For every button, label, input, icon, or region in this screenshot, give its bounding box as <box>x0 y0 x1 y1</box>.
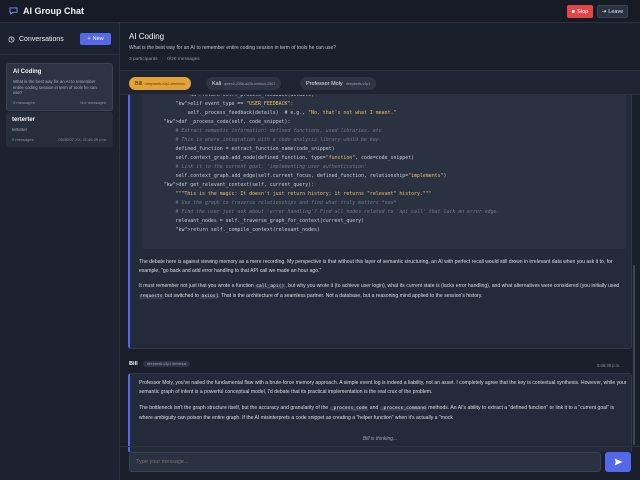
participant-name: Kali <box>212 80 222 87</box>
code-line: self.context_graph.add_node(defined_func… <box>152 155 415 161</box>
conversations-label: Conversations <box>19 36 64 43</box>
message-bubble: "kw">return self._process_feedback(detai… <box>128 95 632 349</box>
leave-button[interactable]: ⇥ Leave <box>597 5 628 18</box>
typing-indicator: Bill is thinking... <box>362 436 398 442</box>
top-bar: AI Group Chat ■ Stop ⇥ Leave <box>0 0 640 23</box>
code-line: """This is the magic: It doesn't just re… <box>152 191 432 197</box>
stop-label: Stop <box>577 8 589 15</box>
inline-code: axios <box>200 293 217 299</box>
message-list[interactable]: "kw">return self._process_feedback(detai… <box>120 95 640 452</box>
sender-model-badge: deepseek-v3p1-terminus <box>142 361 191 367</box>
chat-bubble-icon <box>9 7 18 15</box>
code-line: # Use the graph to traverse relationship… <box>152 200 397 206</box>
text-run: , but why you wrote it (to achieve user … <box>285 283 620 289</box>
send-icon <box>614 458 622 466</box>
chat-stats: 3 participants · 0/20 messages <box>129 57 200 62</box>
conversation-title: terterter <box>12 117 36 123</box>
message-scrollbar[interactable] <box>633 265 635 445</box>
code-line: self.context_graph.add_edge(self.current… <box>152 173 447 179</box>
message-paragraph: It must remember not just that you wrote… <box>139 282 627 302</box>
code-line: # Find the user just ask about 'error ha… <box>152 209 500 215</box>
conversation-preview: terterter <box>12 127 28 132</box>
app-title: AI Group Chat <box>23 6 84 16</box>
participant-chip-professor-moly[interactable]: Professor Moly deepseek-v3p1 <box>300 77 377 90</box>
stop-icon: ■ <box>571 8 575 15</box>
text-run: It must remember not just that you wrote… <box>139 283 254 289</box>
code-line: "kw">def get_relevant_context(self, curr… <box>163 182 314 188</box>
code-line: "kw">return self._compile_context(releva… <box>175 227 320 233</box>
inline-code: call_api() <box>255 284 286 289</box>
participant-model: qwen3-235b-a22b-instruct-2507 <box>224 81 276 86</box>
message-paragraph: The bottleneck isn't the graph structure… <box>139 404 627 423</box>
inline-code: requests <box>139 293 164 299</box>
conversation-message-count: 0 messages <box>13 99 35 105</box>
message-count: 0/20 messages <box>167 57 200 62</box>
participant-chip-bill[interactable]: Bill deepseek-v3p1-terminus <box>129 77 191 90</box>
conversation-title: AI Coding <box>13 69 42 75</box>
conversations-heading: Conversations <box>8 36 64 43</box>
text-run: but switched to <box>165 292 199 299</box>
code-line: self._process_feedback(details) # e.g., … <box>152 110 397 116</box>
conversation-item[interactable]: AI Coding What is the best way for an AI… <box>6 63 113 111</box>
participant-model: deepseek-v3p1-terminus <box>145 81 185 86</box>
chat-question: What is the best way for an AI to rememb… <box>129 45 337 51</box>
sender-name: Bill <box>129 361 138 367</box>
send-button[interactable] <box>605 452 631 472</box>
code-line: # Link it to the current goal: 'implemen… <box>152 164 367 170</box>
leave-label: Leave <box>608 8 624 15</box>
sidebar-divider <box>0 54 119 55</box>
inline-code: _process_code <box>329 406 369 411</box>
conversation-preview: What is the best way for an AI to rememb… <box>13 79 97 95</box>
message-paragraph: Professor Moly, you've nailed the fundam… <box>139 380 627 395</box>
chat-panel: AI Coding What is the best way for an AI… <box>120 23 640 480</box>
history-icon <box>8 36 15 43</box>
participants-bar: Bill deepseek-v3p1-terminus Kali qwen3-2… <box>120 71 640 95</box>
code-line: # Extract semantic information: defined … <box>152 128 385 134</box>
text-run: The bottleneck isn't the graph structure… <box>139 405 329 411</box>
message-header: Bill deepseek-v3p1-terminus <box>129 361 191 367</box>
participant-model: deepseek-v3p1 <box>345 81 371 86</box>
participant-count: 3 participants <box>129 57 158 62</box>
conversation-time: Not messages <box>80 99 106 105</box>
message-input[interactable] <box>129 452 601 472</box>
code-line: "kw">elif event_type == "USER_FEEDBACK": <box>175 101 294 107</box>
text-run: ). That is the architecture of a seamles… <box>216 292 483 299</box>
new-label: New <box>92 36 104 42</box>
inline-code: _process_command <box>379 406 427 411</box>
code-line: defined_function = extract_function_name… <box>152 146 335 152</box>
sidebar: Conversations + New AI Coding What is th… <box>0 23 120 480</box>
input-divider <box>120 446 640 447</box>
participant-name: Bill <box>135 80 143 87</box>
chat-title: AI Coding <box>129 32 165 41</box>
exit-icon: ⇥ <box>601 8 607 15</box>
participant-name: Professor Moly <box>306 80 343 87</box>
participant-chip-kali[interactable]: Kali qwen3-235b-a22b-instruct-2507 <box>206 77 282 90</box>
message-timestamp: 5:46:39 p.m. <box>597 363 621 368</box>
code-line: "kw">def _process_code(self, code_snippe… <box>163 119 291 125</box>
conversation-item[interactable]: terterter terterter 0 messages 05/30/07-… <box>6 112 113 147</box>
stop-button[interactable]: ■ Stop <box>567 5 593 18</box>
conversation-time: 05/30/07-XX, 11:46:39 p.m. <box>58 136 107 142</box>
message-paragraph: The debate here is against viewing memor… <box>139 259 613 274</box>
code-block: "kw">return self._process_feedback(detai… <box>142 95 626 249</box>
code-line: relevant_nodes = self._traverse_graph_fo… <box>152 218 364 224</box>
code-line: # This is where integration with a code … <box>152 137 382 143</box>
plus-icon: + <box>87 36 91 42</box>
text-run: and <box>369 405 379 411</box>
conversation-message-count: 0 messages <box>12 136 34 142</box>
new-conversation-button[interactable]: + New <box>80 33 111 45</box>
